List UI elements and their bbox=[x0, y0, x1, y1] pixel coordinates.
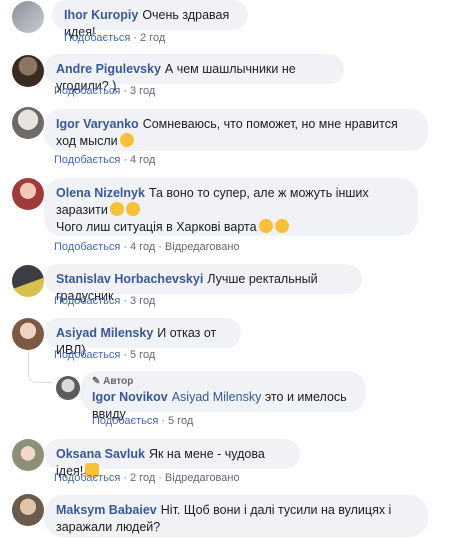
slightly-smiling-face-emoji bbox=[119, 133, 134, 147]
comment-actions: Подобається · 3 год bbox=[54, 84, 155, 98]
comment-actions: Подобається · 3 год bbox=[54, 294, 155, 308]
avatar[interactable] bbox=[12, 494, 44, 526]
separator-dot: · bbox=[123, 472, 127, 484]
comment-author[interactable]: Andre Pigulevsky bbox=[56, 62, 161, 76]
mention-link[interactable]: Asiyad Milensky bbox=[172, 390, 262, 404]
comment-bubble: Maksym Babaiev Ніт. Щоб вони і далі тусил… bbox=[44, 495, 428, 537]
avatar[interactable] bbox=[12, 178, 44, 210]
comment-actions: Подобається · 5 год bbox=[54, 348, 155, 362]
reply-connector bbox=[28, 370, 53, 383]
separator-dot: · bbox=[123, 241, 127, 253]
author-badge: ✎ Автор bbox=[92, 376, 354, 388]
comment-time[interactable]: 4 год bbox=[130, 154, 155, 166]
avatar[interactable] bbox=[56, 376, 80, 400]
comment-author[interactable]: Asiyad Milensky bbox=[56, 326, 153, 340]
comment-actions: Подобається · 2 год bbox=[64, 31, 165, 45]
avatar[interactable] bbox=[12, 55, 44, 87]
reply-actions: Подобається · 5 год bbox=[92, 414, 193, 428]
crying-face-emoji bbox=[274, 219, 289, 233]
comment-time[interactable]: 3 год bbox=[130, 295, 155, 307]
comment-time[interactable]: 2 год bbox=[130, 472, 155, 484]
disappointed-face-emoji bbox=[109, 202, 124, 216]
separator-dot: · bbox=[133, 32, 137, 44]
separator-dot: · bbox=[123, 85, 127, 97]
comment-author[interactable]: Igor Novikov bbox=[92, 390, 168, 404]
comment-author[interactable]: Olena Nizelnyk bbox=[56, 186, 145, 200]
comment-bubble: Andre Pigulevsky А чем шашлычники не угод… bbox=[44, 54, 344, 93]
comment-author[interactable]: Maksym Babaiev bbox=[56, 503, 157, 517]
avatar[interactable] bbox=[12, 439, 44, 471]
avatar[interactable] bbox=[12, 265, 44, 297]
avatar[interactable] bbox=[12, 107, 44, 139]
pencil-icon: ✎ bbox=[92, 376, 101, 387]
like-button[interactable]: Подобається bbox=[64, 32, 130, 44]
comment-bubble: Asiyad Milensky И отказ от ИВЛ) bbox=[44, 318, 241, 357]
comment-actions: Подобається · 4 год · Відредаговано bbox=[54, 240, 240, 254]
avatar[interactable] bbox=[12, 318, 44, 350]
comment-bubble: Ihor Kuropiy Очень здравая идея! bbox=[52, 0, 248, 39]
comment-time[interactable]: 4 год bbox=[130, 241, 155, 253]
comment-thread: Ihor Kuropiy Очень здравая идея! Подобаєт… bbox=[0, 0, 449, 539]
comment-bubble: Stanislav Horbachevskyi Лучше ректальный … bbox=[44, 264, 362, 303]
edited-label[interactable]: Відредаговано bbox=[165, 241, 240, 253]
comment-author[interactable]: Oksana Savluk bbox=[56, 447, 145, 461]
comment-text-line-2: Чого лиш ситуація в Харкові варта bbox=[56, 220, 257, 234]
separator-dot: · bbox=[123, 295, 127, 307]
comment-time[interactable]: 2 год bbox=[140, 32, 165, 44]
disappointed-face-emoji bbox=[125, 202, 140, 216]
comment-actions: Подобається · 2 год · Відредаговано bbox=[54, 471, 240, 485]
comment-author[interactable]: Stanislav Horbachevskyi bbox=[56, 272, 203, 286]
separator-dot: · bbox=[123, 349, 127, 361]
comment-actions: Подобається · 4 год bbox=[54, 153, 155, 167]
separator-dot: · bbox=[161, 415, 165, 427]
comment-time[interactable]: 3 год bbox=[130, 85, 155, 97]
separator-dot: · bbox=[158, 472, 162, 484]
separator-dot: · bbox=[158, 241, 162, 253]
comment-time[interactable]: 5 год bbox=[130, 349, 155, 361]
like-button[interactable]: Подобається bbox=[54, 295, 120, 307]
like-button[interactable]: Подобається bbox=[54, 349, 120, 361]
edited-label[interactable]: Відредаговано bbox=[165, 472, 240, 484]
separator-dot: · bbox=[123, 154, 127, 166]
reply-bubble: ✎ Автор Igor Novikov Asiyad Milensky это … bbox=[80, 371, 366, 421]
crying-face-emoji bbox=[258, 219, 273, 233]
comment-bubble: Igor Varyanko Сомневаюсь, что поможет, но… bbox=[44, 109, 428, 151]
comment-author[interactable]: Ihor Kuropiy bbox=[64, 8, 138, 22]
comment-time[interactable]: 5 год bbox=[168, 415, 193, 427]
comment-bubble: Oksana Savluk Як на мене - чудова ідея! bbox=[44, 439, 300, 478]
comment-bubble: Olena Nizelnyk Та воно то супер, але ж мо… bbox=[44, 178, 418, 236]
avatar[interactable] bbox=[12, 1, 44, 33]
like-button[interactable]: Подобається bbox=[92, 415, 158, 427]
like-button[interactable]: Подобається bbox=[54, 472, 120, 484]
comment-author[interactable]: Igor Varyanko bbox=[56, 117, 139, 131]
like-button[interactable]: Подобається bbox=[54, 85, 120, 97]
author-badge-label: Автор bbox=[103, 376, 134, 387]
like-button[interactable]: Подобається bbox=[54, 241, 120, 253]
like-button[interactable]: Подобається bbox=[54, 154, 120, 166]
